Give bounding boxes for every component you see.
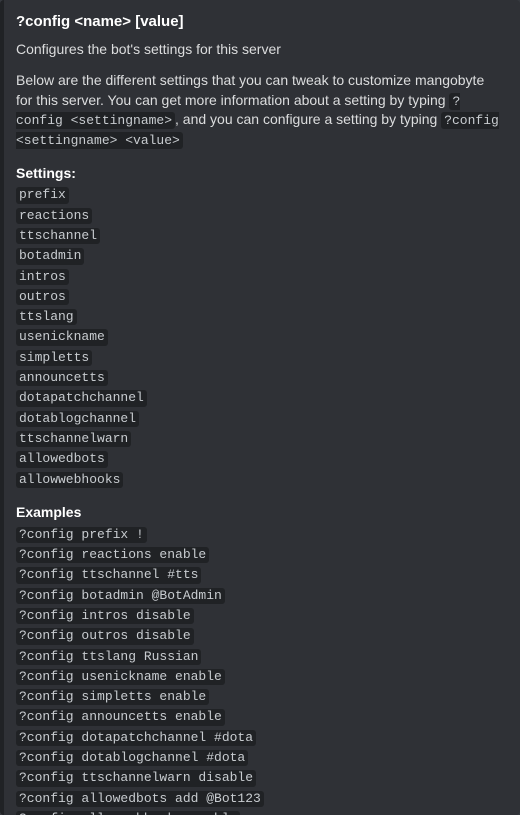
embed-content: ?config <name> [value] Configures the bo… <box>4 0 520 815</box>
example-item: ?config botadmin @BotAdmin <box>16 588 225 604</box>
example-item: ?config outros disable <box>16 628 194 644</box>
embed-title: ?config <name> [value] <box>16 12 504 32</box>
example-item: ?config ttschannelwarn disable <box>16 770 256 786</box>
setting-item: allowwebhooks <box>16 472 123 488</box>
example-item: ?config simpletts enable <box>16 689 209 705</box>
setting-item: ttschannel <box>16 228 100 244</box>
discord-embed: ?config <name> [value] Configures the bo… <box>0 0 520 815</box>
example-item: ?config allowedbots add @Bot123 <box>16 791 264 807</box>
setting-item: usenickname <box>16 329 108 345</box>
example-item: ?config allowwebhooks enable <box>16 811 240 815</box>
setting-item: announcetts <box>16 370 108 386</box>
setting-item: dotapatchchannel <box>16 390 147 406</box>
setting-item: ttschannelwarn <box>16 431 131 447</box>
intro-text-1: Below are the different settings that yo… <box>16 72 484 108</box>
setting-item: dotablogchannel <box>16 411 139 427</box>
example-item: ?config ttslang Russian <box>16 649 201 665</box>
example-item: ?config dotablogchannel #dota <box>16 750 248 766</box>
setting-item: ttslang <box>16 309 77 325</box>
settings-header: Settings: <box>16 164 504 183</box>
examples-list: ?config prefix ! ?config reactions enable… <box>16 524 504 815</box>
intro-text-2: , and you can configure a setting by typ… <box>175 111 441 127</box>
setting-item: prefix <box>16 187 69 203</box>
setting-item: allowedbots <box>16 451 108 467</box>
settings-list: prefix reactions ttschannel botadmin intros o… <box>16 184 504 488</box>
setting-item: reactions <box>16 208 92 224</box>
embed-description: Configures the bot's settings for this s… <box>16 40 504 59</box>
example-item: ?config reactions enable <box>16 547 209 563</box>
setting-item: botadmin <box>16 248 84 264</box>
examples-header: Examples <box>16 503 504 522</box>
example-item: ?config dotapatchchannel #dota <box>16 730 256 746</box>
setting-item: simpletts <box>16 350 92 366</box>
example-item: ?config announcetts enable <box>16 709 225 725</box>
example-item: ?config usenickname enable <box>16 669 225 685</box>
example-item: ?config ttschannel #tts <box>16 567 201 583</box>
intro-paragraph: Below are the different settings that yo… <box>16 71 504 149</box>
setting-item: outros <box>16 289 69 305</box>
example-item: ?config prefix ! <box>16 527 147 543</box>
example-item: ?config intros disable <box>16 608 194 624</box>
setting-item: intros <box>16 269 69 285</box>
